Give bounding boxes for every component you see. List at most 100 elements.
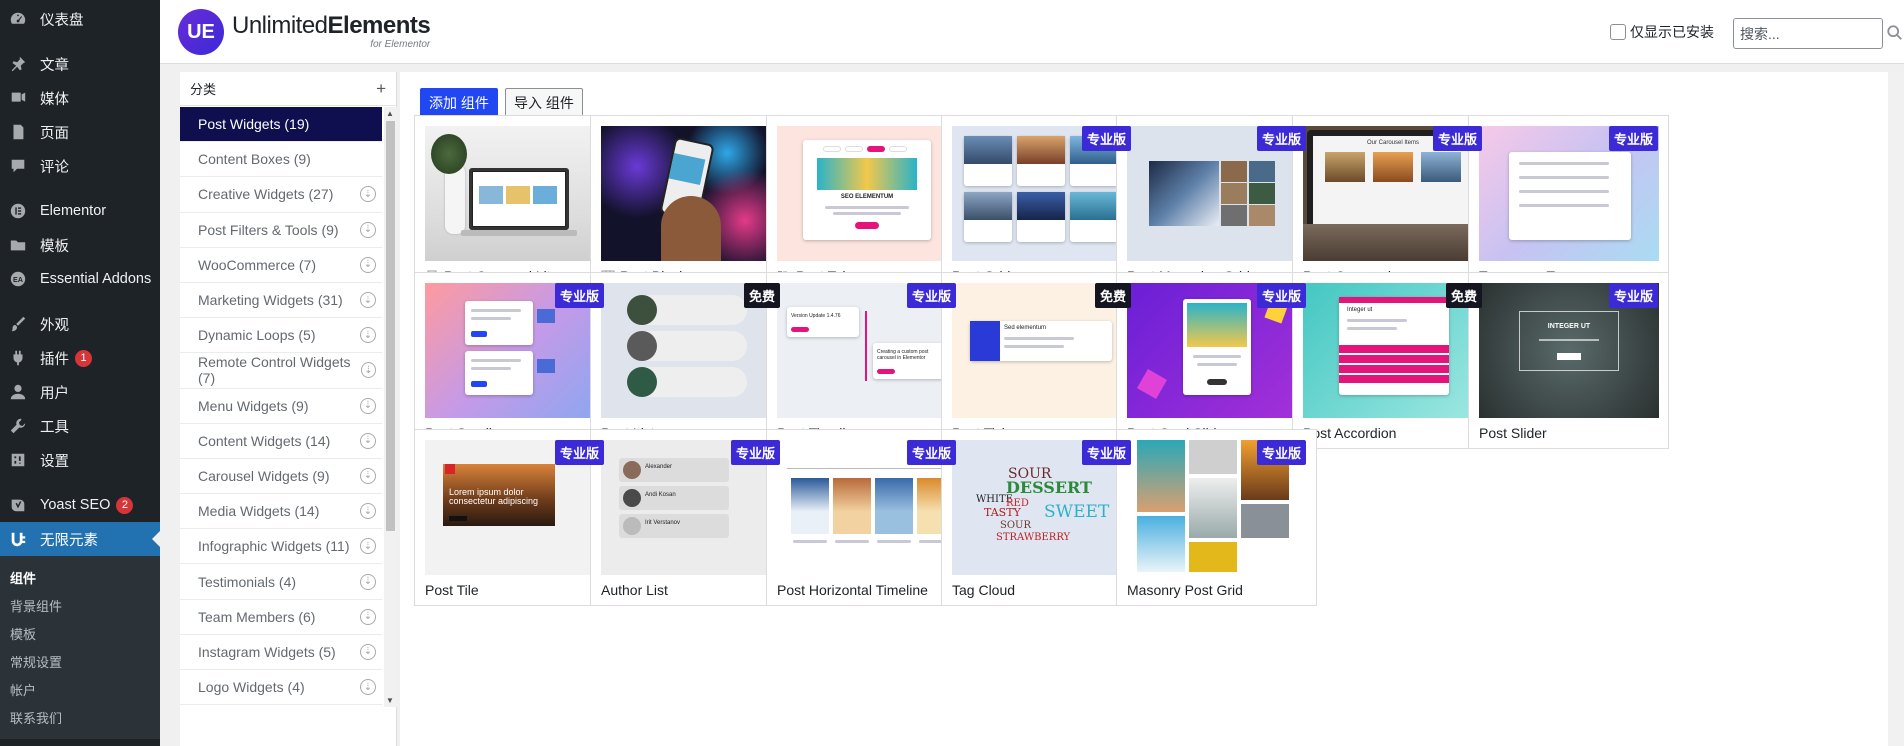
category-item-creative-widgets[interactable]: Creative Widgets (27) ⇣ xyxy=(180,177,382,213)
category-item-content-boxes[interactable]: Content Boxes (9) xyxy=(180,142,382,178)
widget-name-text: Post Horizontal Timeline xyxy=(777,582,928,598)
download-icon[interactable]: ⇣ xyxy=(360,467,376,484)
scroll-up-icon[interactable]: ▲ xyxy=(386,109,394,118)
thumb-text: Version Update 1.4.76 xyxy=(791,313,841,319)
category-item-carousel-widgets[interactable]: Carousel Widgets (9) ⇣ xyxy=(180,459,382,495)
widget-card-post-tile[interactable]: 专业版 Lorem ipsum dolor consectetur adipis… xyxy=(414,429,615,606)
download-icon[interactable]: ⇣ xyxy=(360,503,376,520)
widget-card-post-magazine-grid[interactable]: 专业版 Post Magazine Grid xyxy=(1116,115,1317,292)
widget-name: Post Horizontal Timeline xyxy=(777,582,928,598)
category-item-woocommerce[interactable]: WooCommerce (7) ⇣ xyxy=(180,248,382,283)
download-icon[interactable]: ⇣ xyxy=(360,679,376,696)
widget-card-post-grid[interactable]: 专业版 Post Grid xyxy=(941,115,1142,292)
widget-card-post-slider[interactable]: 专业版 INTEGER UT Post Slider xyxy=(1468,272,1669,449)
download-icon[interactable]: ⇣ xyxy=(360,221,376,238)
menu-settings[interactable]: 设置 xyxy=(0,443,160,477)
widget-card-post-timeline[interactable]: 专业版 Version Update 1.4.76 Creating a cus… xyxy=(766,272,967,449)
category-item-infographic-widgets[interactable]: Infographic Widgets (11) ⇣ xyxy=(180,529,382,565)
category-item-post-filters[interactable]: Post Filters & Tools (9) ⇣ xyxy=(180,213,382,248)
category-item-logo-widgets[interactable]: Logo Widgets (4) ⇣ xyxy=(180,670,382,706)
menu-pages[interactable]: 页面 xyxy=(0,115,160,149)
category-item-menu-widgets[interactable]: Menu Widgets (9) ⇣ xyxy=(180,389,382,424)
widget-card-post-list[interactable]: 免费 Post List xyxy=(590,272,791,449)
submenu-general-settings[interactable]: 常规设置 xyxy=(0,647,160,675)
menu-elementor[interactable]: Elementor xyxy=(0,194,160,228)
category-item-dynamic-loops[interactable]: Dynamic Loops (5) ⇣ xyxy=(180,318,382,354)
download-icon[interactable]: ⇣ xyxy=(360,292,376,309)
download-icon[interactable]: ⇣ xyxy=(360,643,376,660)
installed-only-filter[interactable]: 仅显示已安装 xyxy=(1610,22,1714,42)
category-item-team-members[interactable]: Team Members (6) ⇣ xyxy=(180,600,382,635)
menu-posts[interactable]: 文章 xyxy=(0,47,160,81)
pro-badge: 专业版 xyxy=(1256,283,1306,308)
svg-text:EA: EA xyxy=(13,275,23,284)
category-item-remote-control[interactable]: Remote Control Widgets (7) ⇣ xyxy=(180,353,382,389)
download-icon[interactable]: ⇣ xyxy=(360,362,376,379)
download-icon[interactable]: ⇣ xyxy=(360,432,376,449)
widget-card-post-accordion[interactable]: 免费 Integer ut Post Accordion xyxy=(1292,272,1493,449)
installed-only-checkbox[interactable] xyxy=(1610,24,1626,40)
scrollbar-thumb[interactable] xyxy=(386,121,395,531)
download-icon[interactable]: ⇣ xyxy=(360,327,376,344)
widget-card-post-horizontal-timeline[interactable]: 专业版 Post Horizontal Timeline xyxy=(766,429,967,606)
widget-card-post-carousel[interactable]: 专业版 Our Carousel Items Post Carousel xyxy=(1292,115,1493,292)
category-item-media-widgets[interactable]: Media Widgets (14) ⇣ xyxy=(180,494,382,530)
widget-card-post-scroll[interactable]: 专业版 Post Scroll xyxy=(414,272,615,449)
category-label: Logo Widgets (4) xyxy=(198,679,305,696)
media-icon xyxy=(8,88,28,108)
widget-card-tag-cloud[interactable]: 专业版 SOUR DESSERT WHITE TASTY RED SWEET S… xyxy=(941,429,1142,606)
category-header-label: 分类 xyxy=(190,82,217,97)
menu-yoast[interactable]: Yoast SEO 2 xyxy=(0,488,160,522)
category-scrollbar[interactable]: ▲ ▼ xyxy=(384,107,397,707)
download-icon[interactable]: ⇣ xyxy=(360,256,376,273)
comment-icon xyxy=(8,156,28,176)
scroll-down-icon[interactable]: ▼ xyxy=(386,696,394,705)
category-label: WooCommerce (7) xyxy=(198,256,316,273)
menu-essential-addons[interactable]: EA Essential Addons xyxy=(0,262,160,296)
menu-media[interactable]: 媒体 xyxy=(0,81,160,115)
add-widget-button[interactable]: 添加 组件 xyxy=(420,88,498,118)
category-item-marketing-widgets[interactable]: Marketing Widgets (31) ⇣ xyxy=(180,283,382,319)
search-input[interactable]: 搜索... xyxy=(1733,18,1883,49)
widget-thumbnail xyxy=(425,126,605,261)
category-item-instagram-widgets[interactable]: Instagram Widgets (5) ⇣ xyxy=(180,635,382,670)
menu-appearance[interactable]: 外观 xyxy=(0,307,160,341)
menu-comments[interactable]: 评论 xyxy=(0,149,160,183)
category-label: Creative Widgets (27) xyxy=(198,186,334,203)
widget-card-author-list[interactable]: 专业版 Alexander Andi Kosan Irit Verstanov … xyxy=(590,429,791,606)
menu-tools[interactable]: 工具 xyxy=(0,409,160,443)
widget-card-taxonomy-terms[interactable]: 专业版 Taxonomy Terms xyxy=(1468,115,1669,292)
menu-dashboard[interactable]: 仪表盘 xyxy=(0,2,160,36)
widget-name: Tag Cloud xyxy=(952,582,1015,598)
menu-plugins[interactable]: 插件 1 xyxy=(0,341,160,375)
widget-card-post-ticker[interactable]: 免费 Sed elementum Post Ticker xyxy=(941,272,1142,449)
widget-card-masonry-post-grid[interactable]: 专业版 Masonry Post Grid xyxy=(1116,429,1317,606)
submenu-widgets[interactable]: 组件 xyxy=(0,563,160,591)
widget-card-post-tabs[interactable]: SEO ELEMENTUM Post Tabs xyxy=(766,115,967,292)
widget-card-post-carousel-lite[interactable]: Post Carousel Lite xyxy=(414,115,615,292)
submenu-templates[interactable]: 模板 xyxy=(0,619,160,647)
category-item-post-widgets[interactable]: Post Widgets (19) xyxy=(180,107,382,143)
submenu-contact-us[interactable]: 联系我们 xyxy=(0,703,160,731)
submenu-account[interactable]: 帐户 xyxy=(0,675,160,703)
menu-unlimited-elements[interactable]: 无限元素 xyxy=(0,522,160,556)
search-icon[interactable] xyxy=(1886,24,1904,42)
widget-card-post-blocks[interactable]: Post Blocks xyxy=(590,115,791,292)
main-scrollbar[interactable] xyxy=(1888,72,1904,746)
download-icon[interactable]: ⇣ xyxy=(360,397,376,414)
category-item-content-widgets[interactable]: Content Widgets (14) ⇣ xyxy=(180,424,382,459)
menu-templates[interactable]: 模板 xyxy=(0,228,160,262)
free-badge: 免费 xyxy=(1445,283,1482,308)
widget-card-post-card-slider[interactable]: 专业版 Post Card Slider xyxy=(1116,272,1317,449)
import-widget-button[interactable]: 导入 组件 xyxy=(505,88,583,118)
download-icon[interactable]: ⇣ xyxy=(360,538,376,555)
submenu-background-widgets[interactable]: 背景组件 xyxy=(0,591,160,619)
add-category-icon[interactable]: + xyxy=(376,79,386,99)
menu-users[interactable]: 用户 xyxy=(0,375,160,409)
download-icon[interactable]: ⇣ xyxy=(360,186,376,203)
category-item-testimonials[interactable]: Testimonials (4) ⇣ xyxy=(180,564,382,600)
category-label: Menu Widgets (9) xyxy=(198,397,309,414)
download-icon[interactable]: ⇣ xyxy=(360,573,376,590)
ea-icon: EA xyxy=(8,269,28,289)
download-icon[interactable]: ⇣ xyxy=(360,608,376,625)
